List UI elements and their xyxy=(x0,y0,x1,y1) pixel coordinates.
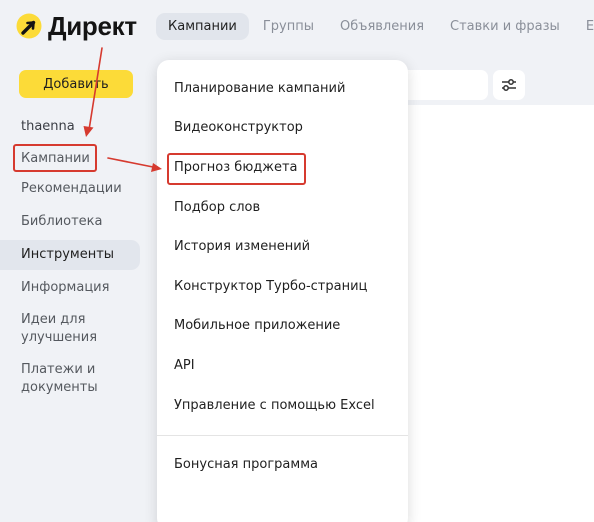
annotation-arrows xyxy=(83,47,162,172)
arrow-icon xyxy=(88,47,159,169)
arrowhead-icon xyxy=(83,126,162,172)
